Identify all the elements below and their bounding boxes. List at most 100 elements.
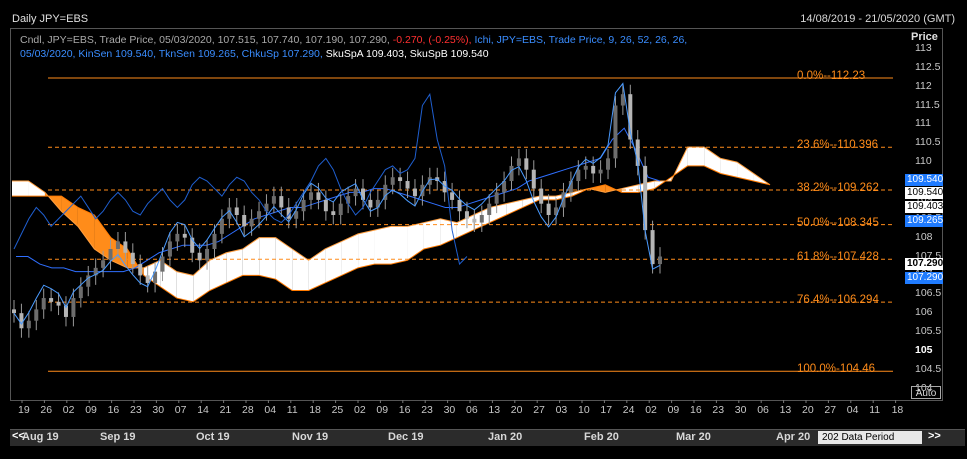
cloud-segment-bull xyxy=(423,218,441,249)
x-tick: 09 xyxy=(667,404,680,416)
x-tick: 25 xyxy=(331,404,344,416)
fib-level-label: 61.8%--107.428 xyxy=(797,251,879,264)
candle-body xyxy=(234,207,239,215)
legend-change: -0.270, (-0.25%), xyxy=(392,34,472,46)
auto-scale-button[interactable]: Auto xyxy=(911,386,941,399)
candle-body xyxy=(242,215,247,227)
candle-body xyxy=(175,233,180,242)
y-tick: 105.5 xyxy=(915,325,942,338)
cloud-segment-bull xyxy=(12,181,29,197)
fib-level-label: 38.2%--109.262 xyxy=(797,182,879,194)
candle-body xyxy=(450,192,455,200)
candle-body xyxy=(249,218,254,227)
x-tick: 17 xyxy=(600,404,613,416)
price-tag: 109.265 xyxy=(905,215,944,228)
x-month-label: Feb 20 xyxy=(584,431,619,443)
x-tick: 03 xyxy=(555,404,568,416)
x-tick: 06 xyxy=(757,404,769,416)
cloud-segment-bull xyxy=(209,252,227,291)
candle-body xyxy=(279,196,284,208)
cloud-segment-bull xyxy=(391,226,408,265)
x-tick: 23 xyxy=(421,404,433,416)
legend-senkou: SkuSpA 109.403, SkuSpB 109.540 xyxy=(325,48,489,60)
x-tick: 06 xyxy=(466,404,478,416)
candle-body xyxy=(494,192,499,204)
x-tick: 23 xyxy=(712,404,725,416)
candle-body xyxy=(34,309,39,321)
x-tick: 30 xyxy=(734,404,747,416)
candle-body xyxy=(41,298,46,310)
nav-next-button[interactable]: >> xyxy=(928,430,941,442)
candle-body xyxy=(472,218,477,223)
price-tag: 107.290 xyxy=(905,272,944,285)
x-tick: 16 xyxy=(690,404,702,416)
legend-ichimoku-values: 05/03/2020, KinSen 109.540, TknSen 109.2… xyxy=(20,48,323,60)
data-period-select[interactable]: 202 Data Period xyxy=(818,431,922,444)
candle-body xyxy=(205,248,210,261)
candle-body xyxy=(390,177,395,185)
x-tick: 24 xyxy=(622,404,635,416)
x-month-label: Dec 19 xyxy=(388,431,424,443)
x-tick: 18 xyxy=(891,404,904,416)
x-month-label: Jan 20 xyxy=(488,431,523,443)
y-tick: 105 xyxy=(915,343,933,356)
x-month-label: Nov 19 xyxy=(292,431,329,443)
x-tick: 26 xyxy=(40,404,53,416)
candle-body xyxy=(160,256,165,272)
fib-level-label: 76.4%--106.294 xyxy=(797,294,879,307)
cloud-segment-bull xyxy=(176,271,194,302)
x-tick: 30 xyxy=(443,404,456,416)
candle-body xyxy=(264,203,269,212)
candle-body xyxy=(108,248,113,261)
candle-body xyxy=(650,230,655,265)
y-tick: 112.5 xyxy=(915,60,941,73)
price-tag: 109.540 xyxy=(905,187,944,200)
x-tick: 02 xyxy=(354,404,366,416)
legend-candle: Cndl, JPY=EBS, Trade Price, 05/03/2020, … xyxy=(20,34,390,46)
cloud-segment-bull xyxy=(687,147,705,166)
cloud-segment-bull xyxy=(358,230,375,268)
price-tag: 109.403 xyxy=(905,201,944,214)
fib-level-label: 23.6%--110.396 xyxy=(797,139,878,152)
candle-body xyxy=(598,169,603,174)
candle-body xyxy=(182,233,187,238)
x-tick: 04 xyxy=(264,404,277,416)
x-month-label: Sep 19 xyxy=(100,431,136,443)
price-chart[interactable] xyxy=(0,0,967,459)
x-tick: 27 xyxy=(533,404,545,416)
candle-body xyxy=(331,211,336,215)
candle-body xyxy=(197,252,202,261)
x-tick: 11 xyxy=(286,404,298,416)
candle-body xyxy=(539,188,544,204)
y-tick: 108 xyxy=(915,230,933,243)
cloud-segment-bear xyxy=(588,184,606,193)
x-tick: 19 xyxy=(18,404,30,416)
x-tick: 13 xyxy=(779,404,792,416)
x-tick: 14 xyxy=(197,404,209,416)
x-tick: 23 xyxy=(130,404,142,416)
candle-body xyxy=(212,233,217,249)
x-tick: 28 xyxy=(242,404,254,416)
y-tick: 106.5 xyxy=(915,287,942,300)
candle-body xyxy=(479,215,484,223)
y-tick: 111.5 xyxy=(915,98,940,111)
candle-body xyxy=(49,298,54,302)
y-tick: 110.5 xyxy=(915,136,941,149)
candle-body xyxy=(606,158,611,170)
candle-body xyxy=(576,169,581,182)
candle-body xyxy=(583,165,588,170)
candle-body xyxy=(56,301,61,306)
candle-body xyxy=(145,275,150,283)
x-tick: 10 xyxy=(578,404,590,416)
candle-body xyxy=(101,260,106,268)
candle-body xyxy=(323,199,328,212)
candle-body xyxy=(398,177,403,182)
candle-body xyxy=(78,286,83,299)
candle-body xyxy=(368,199,373,208)
x-tick: 04 xyxy=(846,404,859,416)
chart-legend: Cndl, JPY=EBS, Trade Price, 05/03/2020, … xyxy=(20,33,687,61)
cloud-segment-bull xyxy=(259,237,276,280)
candle-body xyxy=(115,241,120,249)
candle-body xyxy=(271,196,276,204)
candle-body xyxy=(524,158,529,170)
